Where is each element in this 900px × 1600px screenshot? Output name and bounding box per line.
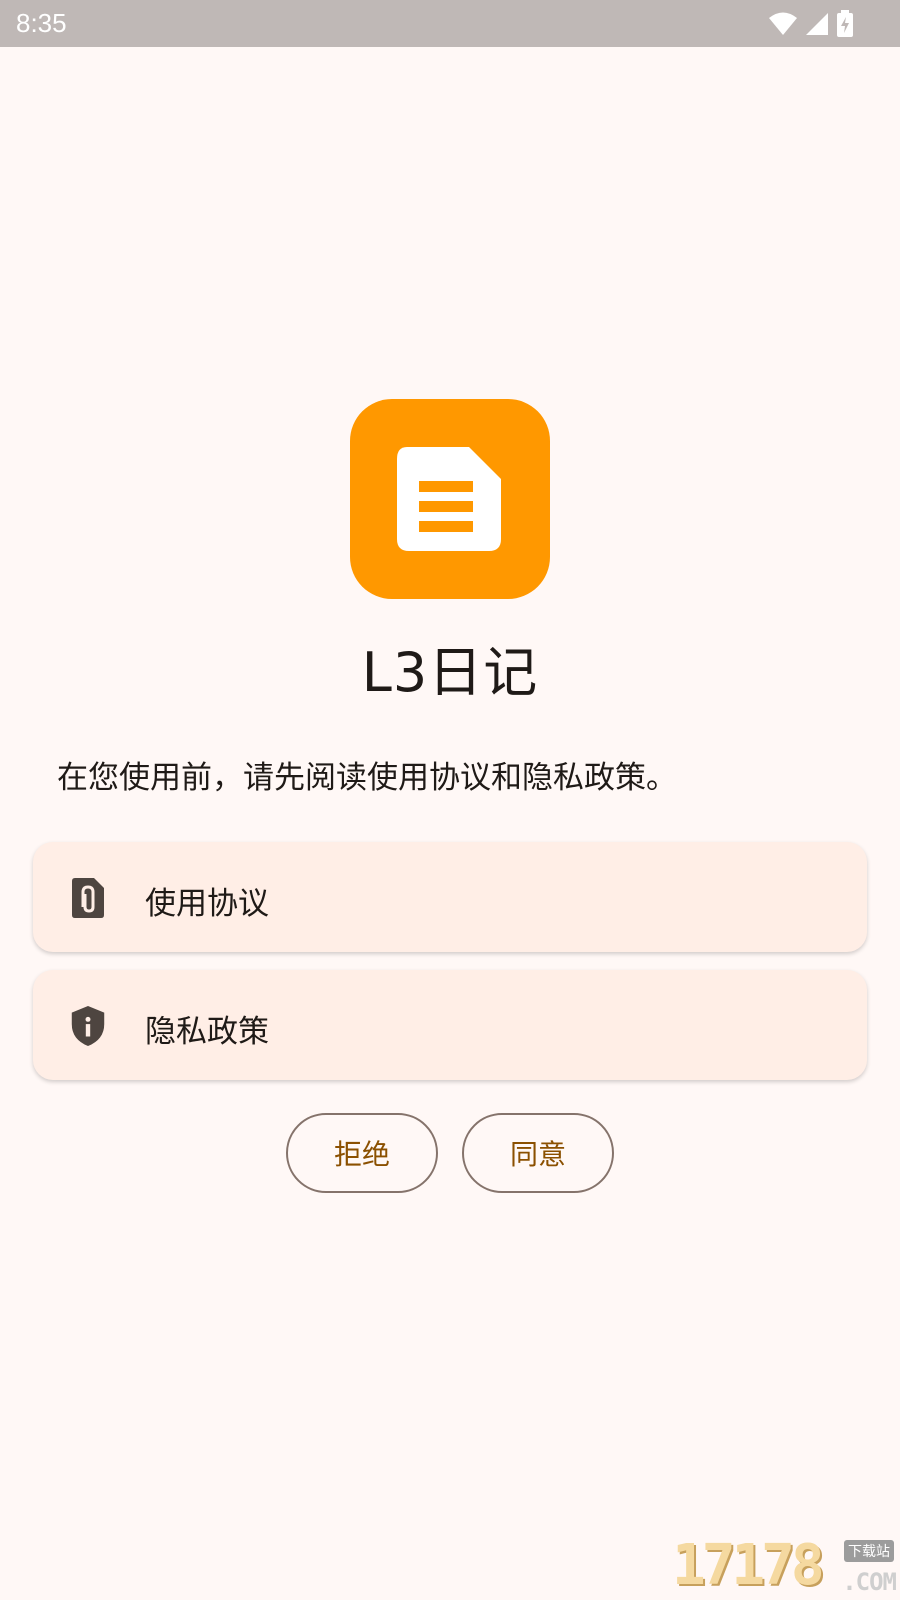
shield-info-icon (71, 1005, 105, 1047)
intro-text: 在您使用前，请先阅读使用协议和隐私政策。 (57, 760, 677, 796)
status-bar: 8:35 (0, 0, 900, 47)
terms-of-use-label: 使用协议 (145, 886, 269, 922)
consent-screen: 8:35 L3日记 在您使用前，请先阅读使用协议和隐私政策。 使用协议 隐私政策… (0, 0, 900, 1600)
privacy-policy-label: 隐私政策 (145, 1014, 269, 1050)
signal-icon (806, 13, 828, 35)
status-icons (768, 10, 854, 38)
app-icon (350, 399, 550, 599)
reject-button[interactable]: 拒绝 (286, 1113, 438, 1193)
watermark-tag: 下载站 (844, 1540, 894, 1562)
watermark-number: 17178 (672, 1533, 825, 1598)
attachment-file-icon (72, 878, 104, 918)
document-icon (397, 447, 501, 551)
watermark-domain: .COM (842, 1568, 897, 1596)
agree-button[interactable]: 同意 (462, 1113, 614, 1193)
privacy-policy-card[interactable]: 隐私政策 (33, 970, 867, 1080)
site-watermark: 17178 下载站 .COM (672, 1533, 898, 1600)
app-name: L3日记 (361, 641, 539, 704)
terms-of-use-card[interactable]: 使用协议 (33, 842, 867, 952)
battery-charging-icon (837, 10, 853, 37)
wifi-icon (769, 12, 797, 35)
status-time: 8:35 (16, 8, 67, 38)
